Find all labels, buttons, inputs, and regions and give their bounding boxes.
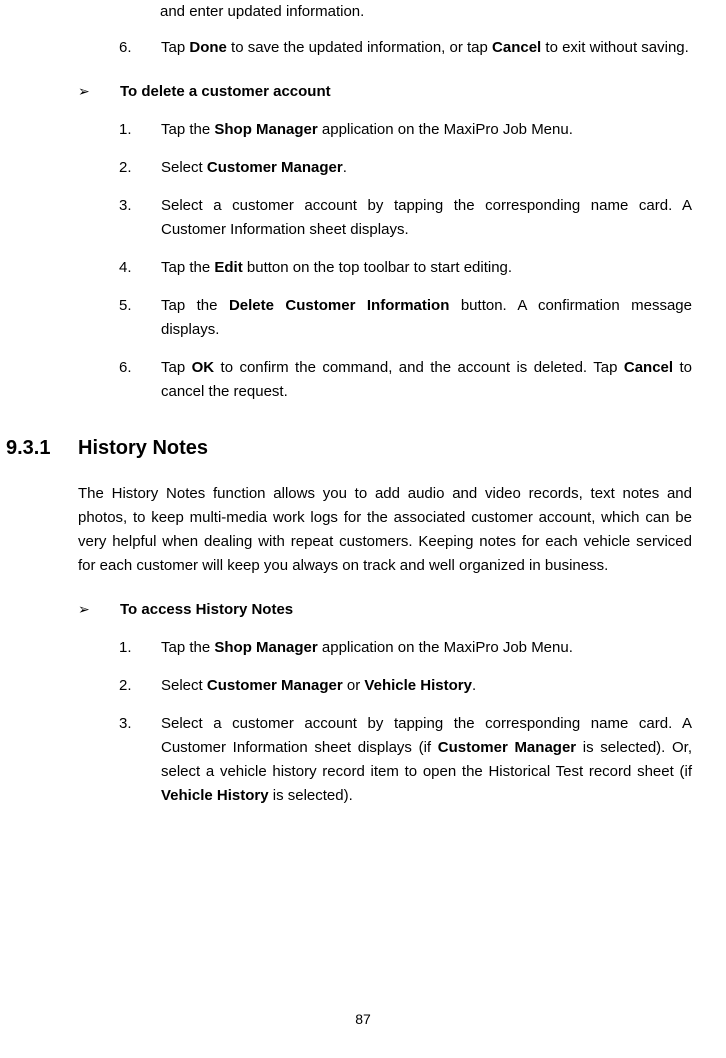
section-heading: 9.3.1 History Notes (6, 432, 692, 464)
list-item: 3.Select a customer account by tapping t… (119, 194, 692, 242)
list-item: 6.Tap OK to confirm the command, and the… (119, 356, 692, 404)
list-item: 3.Select a customer account by tapping t… (119, 712, 692, 808)
list-number: 6. (119, 36, 161, 60)
bold-text: Customer Manager (207, 159, 343, 176)
bold-text: Shop Manager (214, 121, 317, 138)
arrow-icon: ➢ (78, 80, 120, 102)
bold-text: Done (189, 39, 227, 56)
bold-text: Shop Manager (214, 639, 317, 656)
list-text: Select a customer account by tapping the… (161, 712, 692, 808)
bullet-title: To access History Notes (120, 598, 293, 622)
bold-text: Vehicle History (364, 677, 472, 694)
list-text: Tap the Shop Manager application on the … (161, 118, 692, 142)
bold-text: Cancel (624, 359, 673, 376)
list-item: 5.Tap the Delete Customer Information bu… (119, 294, 692, 342)
list-number: 1. (119, 118, 161, 142)
list-text: Tap the Shop Manager application on the … (161, 636, 692, 660)
list-text: Tap the Edit button on the top toolbar t… (161, 256, 692, 280)
list-item: 1.Tap the Shop Manager application on th… (119, 118, 692, 142)
bold-text: Customer Manager (438, 739, 576, 756)
list-text: Select Customer Manager. (161, 156, 692, 180)
list-number: 3. (119, 194, 161, 242)
list-text: Select Customer Manager or Vehicle Histo… (161, 674, 692, 698)
list-item: 1.Tap the Shop Manager application on th… (119, 636, 692, 660)
access-steps-list: 1.Tap the Shop Manager application on th… (0, 636, 692, 808)
access-history-header: ➢ To access History Notes (78, 598, 692, 622)
list-item: 2.Select Customer Manager or Vehicle His… (119, 674, 692, 698)
list-number: 4. (119, 256, 161, 280)
list-text: Tap OK to confirm the command, and the a… (161, 356, 692, 404)
list-item: 2.Select Customer Manager. (119, 156, 692, 180)
bold-text: Cancel (492, 39, 541, 56)
bullet-title: To delete a customer account (120, 80, 331, 104)
list-number: 6. (119, 356, 161, 404)
page-number: 87 (0, 1008, 726, 1030)
list-number: 1. (119, 636, 161, 660)
delete-steps-list: 1.Tap the Shop Manager application on th… (0, 118, 692, 404)
list-text: Tap Done to save the updated information… (161, 36, 692, 60)
bold-text: Edit (214, 259, 242, 276)
list-number: 5. (119, 294, 161, 342)
list-number: 2. (119, 156, 161, 180)
history-notes-paragraph: The History Notes function allows you to… (78, 482, 692, 578)
list-text: Tap the Delete Customer Information butt… (161, 294, 692, 342)
section-title: History Notes (78, 432, 208, 464)
section-number: 9.3.1 (6, 432, 78, 464)
list-number: 3. (119, 712, 161, 808)
list-item: 6. Tap Done to save the updated informat… (119, 36, 692, 60)
list-number: 2. (119, 674, 161, 698)
bold-text: OK (192, 359, 215, 376)
bold-text: Vehicle History (161, 787, 269, 804)
list-item: 4.Tap the Edit button on the top toolbar… (119, 256, 692, 280)
delete-account-header: ➢ To delete a customer account (78, 80, 692, 104)
truncated-prev-text: and enter updated information. (160, 0, 692, 24)
list-text: Select a customer account by tapping the… (161, 194, 692, 242)
bold-text: Customer Manager (207, 677, 343, 694)
arrow-icon: ➢ (78, 598, 120, 620)
bold-text: Delete Customer Information (229, 297, 449, 314)
